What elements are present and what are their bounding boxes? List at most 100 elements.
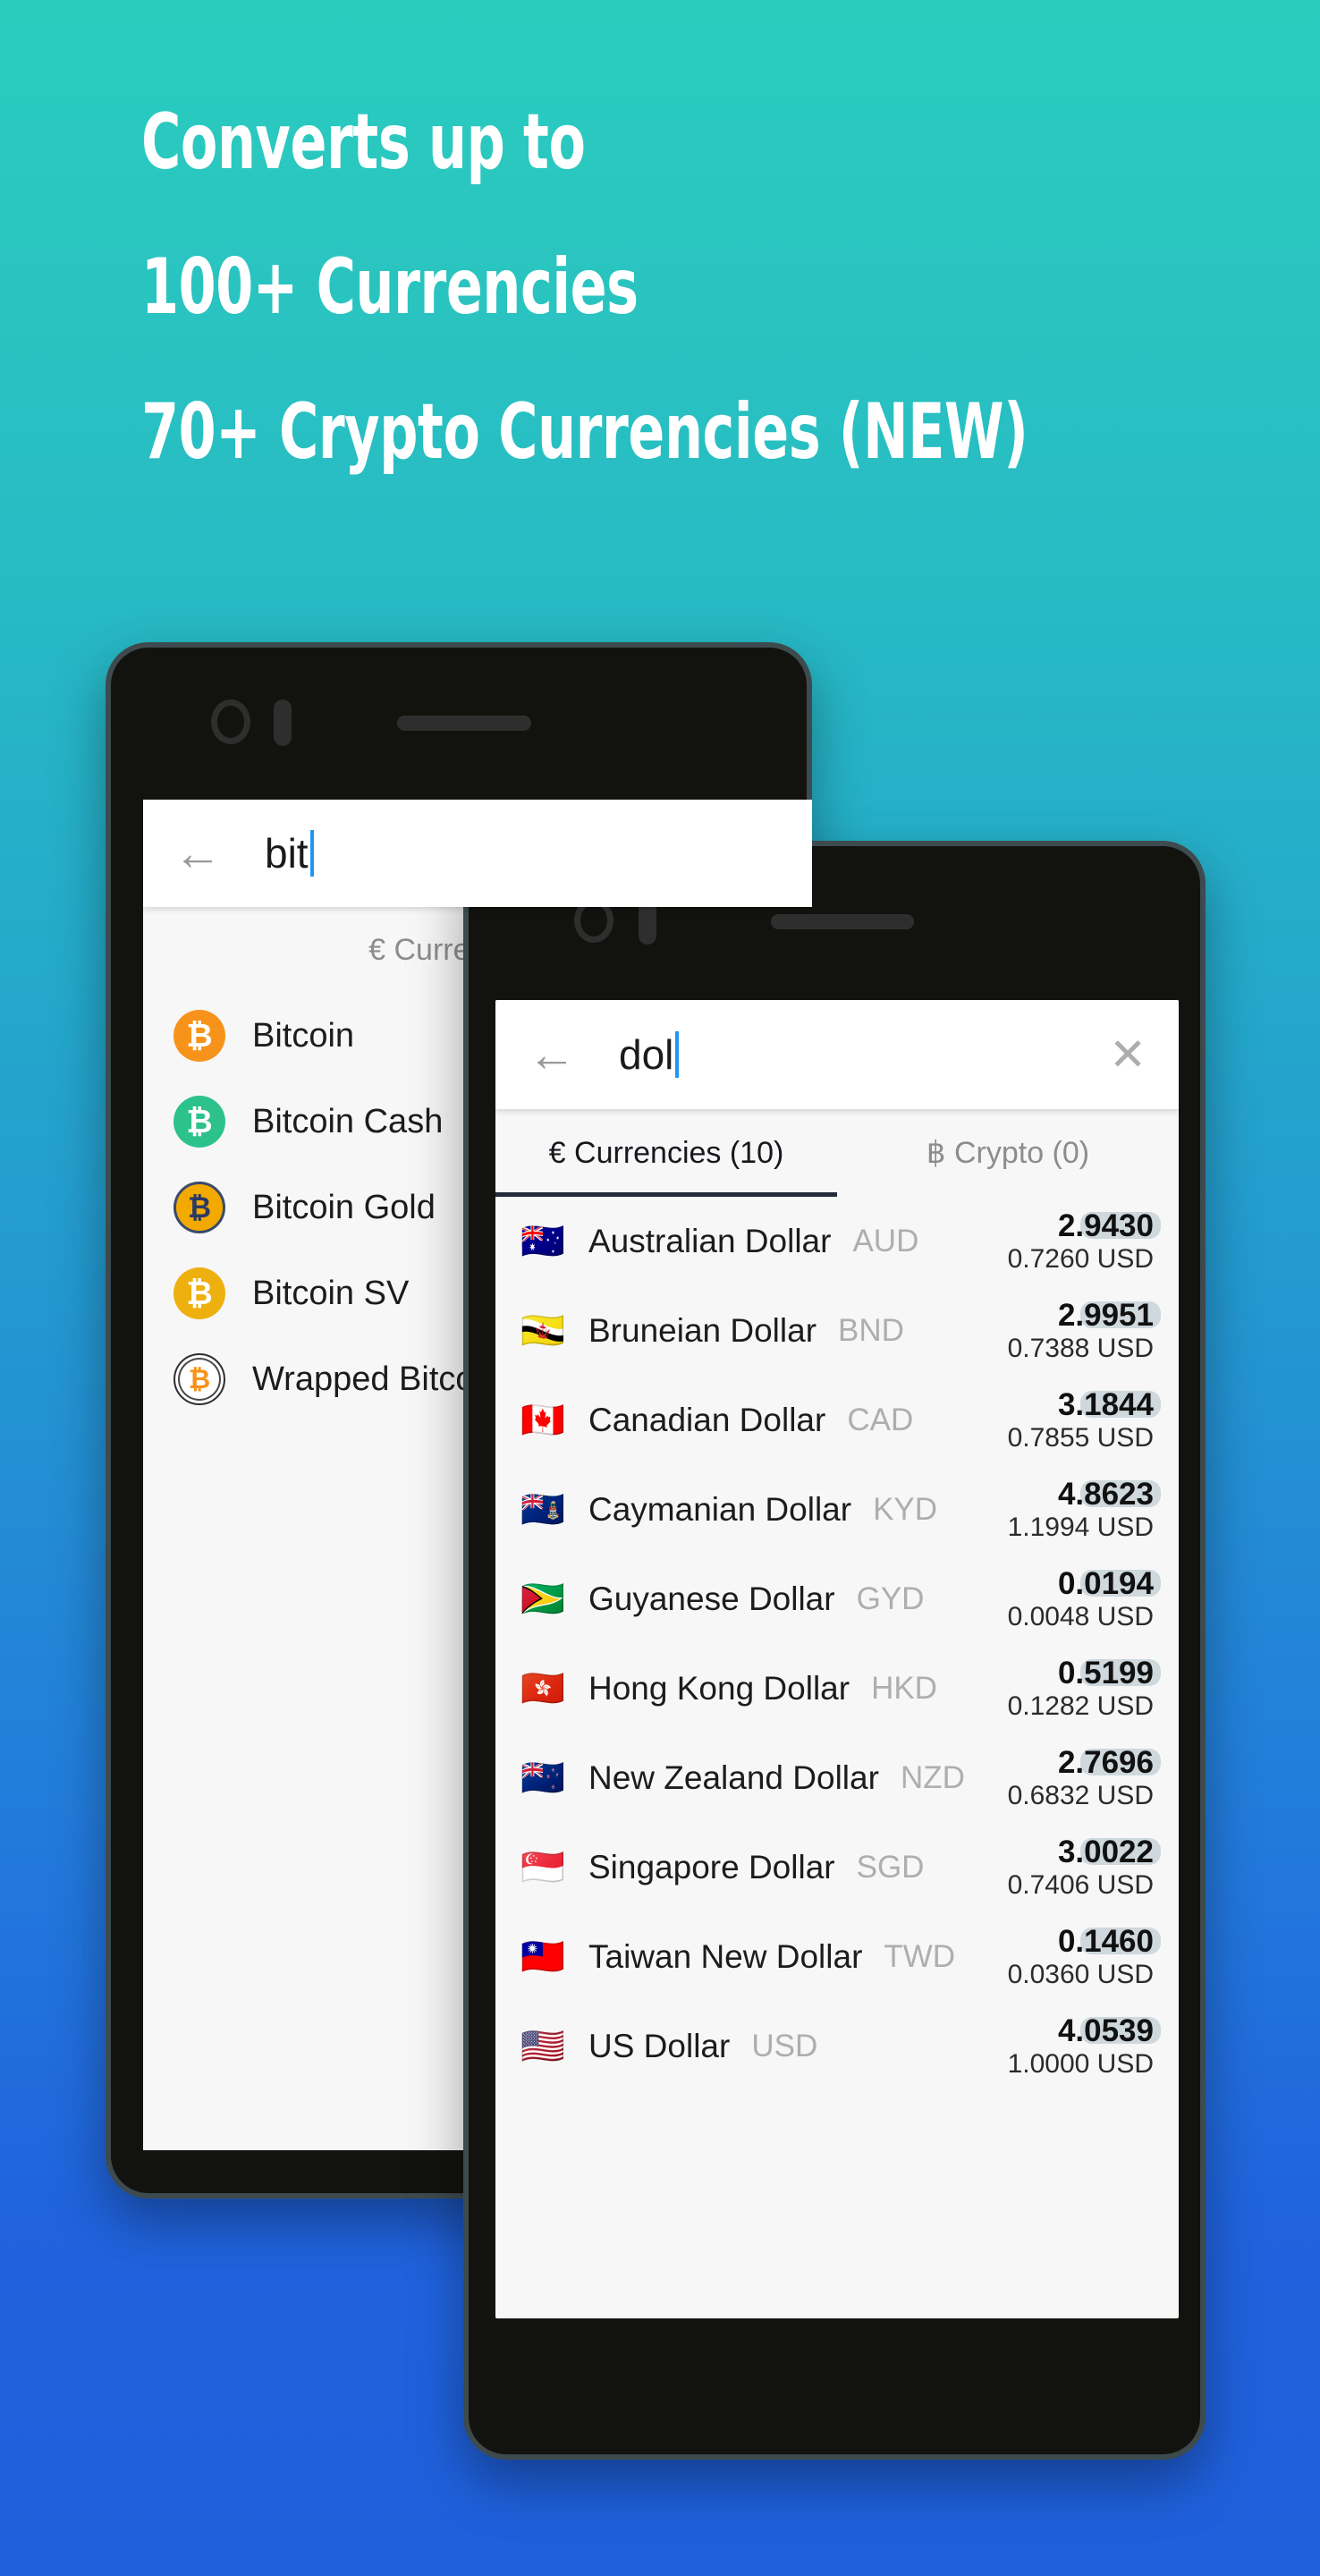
front-camera-icon bbox=[211, 699, 250, 744]
flag-icon: 🇹🇼 bbox=[520, 1937, 565, 1977]
search-input-back[interactable]: bit bbox=[265, 829, 782, 877]
table-row[interactable]: 🇸🇬 Singapore Dollar SGD 3.0022 0.7406 US… bbox=[495, 1823, 1179, 1912]
table-row[interactable]: 🇦🇺 Australian Dollar AUD 2.9430 0.7260 U… bbox=[495, 1197, 1179, 1286]
currency-rate-group: 3.1844 0.7855 USD bbox=[1007, 1387, 1161, 1453]
bitcoin-gold-icon: ₿ bbox=[173, 1182, 225, 1233]
flag-icon: 🇨🇦 bbox=[520, 1401, 565, 1440]
bitcoin-icon: ₿ bbox=[173, 1010, 225, 1062]
currency-code: HKD bbox=[871, 1671, 937, 1706]
search-bar-back[interactable]: ← bit bbox=[143, 800, 812, 907]
tab-currencies-front[interactable]: € Currencies (10) bbox=[495, 1109, 837, 1197]
wrapped-bitcoin-icon: ₿ bbox=[173, 1353, 225, 1405]
currency-rate: 2.9430 bbox=[1057, 1208, 1154, 1243]
text-cursor-front bbox=[675, 1031, 680, 1078]
crypto-name: Bitcoin Cash bbox=[252, 1102, 444, 1140]
tab-crypto-front[interactable]: ฿ Crypto (0) bbox=[837, 1109, 1179, 1197]
earpiece-speaker bbox=[771, 914, 914, 929]
currency-rate-group: 2.9430 0.7260 USD bbox=[1007, 1208, 1161, 1275]
currency-usd-rate: 0.1282 USD bbox=[1007, 1691, 1154, 1721]
flag-icon: 🇧🇳 bbox=[520, 1311, 565, 1351]
crypto-name: Bitcoin bbox=[252, 1016, 355, 1055]
text-cursor-back bbox=[309, 830, 314, 877]
currency-rate: 0.0194 bbox=[1057, 1566, 1154, 1601]
currency-name: Australian Dollar bbox=[588, 1223, 832, 1259]
table-row[interactable]: 🇬🇾 Guyanese Dollar GYD 0.0194 0.0048 USD bbox=[495, 1555, 1179, 1644]
currency-usd-rate: 1.0000 USD bbox=[1007, 2049, 1154, 2079]
back-arrow-icon[interactable]: ← bbox=[528, 1030, 576, 1079]
currency-usd-rate: 0.6832 USD bbox=[1007, 1781, 1154, 1810]
table-row[interactable]: 🇧🇳 Bruneian Dollar BND 2.9951 0.7388 USD bbox=[495, 1286, 1179, 1376]
currency-usd-rate: 0.0360 USD bbox=[1007, 1960, 1154, 1989]
currency-name: US Dollar bbox=[588, 2028, 731, 2064]
app-screen-front: ← dol ✕ € Currencies (10) ฿ Crypto (0) 🇦… bbox=[495, 1000, 1179, 2318]
search-input-front[interactable]: dol bbox=[619, 1030, 1109, 1079]
currency-rate: 3.0022 bbox=[1057, 1835, 1154, 1869]
table-row[interactable]: 🇹🇼 Taiwan New Dollar TWD 0.1460 0.0360 U… bbox=[495, 1912, 1179, 2002]
headline-line-2: 100+ Currencies bbox=[141, 242, 639, 332]
flag-icon: 🇬🇾 bbox=[520, 1580, 565, 1619]
currency-usd-rate: 0.7855 USD bbox=[1007, 1423, 1154, 1453]
currency-rate-group: 0.0194 0.0048 USD bbox=[1007, 1566, 1161, 1632]
currency-code: TWD bbox=[884, 1939, 956, 1974]
search-query-text-back: bit bbox=[265, 830, 309, 877]
currency-usd-rate: 0.7388 USD bbox=[1007, 1334, 1154, 1363]
currency-rate-group: 4.8623 1.1994 USD bbox=[1008, 1477, 1161, 1543]
currency-rate: 2.9951 bbox=[1057, 1298, 1154, 1333]
currency-code: CAD bbox=[847, 1402, 914, 1437]
currency-name: New Zealand Dollar bbox=[588, 1759, 879, 1796]
currency-usd-rate: 0.7260 USD bbox=[1007, 1244, 1154, 1274]
flag-icon: 🇦🇺 bbox=[520, 1222, 565, 1261]
currency-rate: 4.8623 bbox=[1057, 1477, 1154, 1512]
currency-code: AUD bbox=[852, 1224, 919, 1258]
currency-code: SGD bbox=[856, 1850, 925, 1885]
currency-rate: 4.0539 bbox=[1057, 2013, 1154, 2048]
currency-rate-group: 2.7696 0.6832 USD bbox=[1007, 1745, 1161, 1811]
currency-name: Canadian Dollar bbox=[588, 1402, 826, 1438]
flag-icon: 🇰🇾 bbox=[520, 1490, 565, 1530]
currency-code: USD bbox=[751, 2029, 818, 2063]
table-row[interactable]: 🇰🇾 Caymanian Dollar KYD 4.8623 1.1994 US… bbox=[495, 1465, 1179, 1555]
currency-rate: 3.1844 bbox=[1057, 1387, 1154, 1422]
currency-rate-group: 0.1460 0.0360 USD bbox=[1007, 1924, 1161, 1990]
table-row[interactable]: 🇨🇦 Canadian Dollar CAD 3.1844 0.7855 USD bbox=[495, 1376, 1179, 1465]
tab-currencies-label-front: € Currencies (10) bbox=[548, 1136, 784, 1170]
currency-name: Caymanian Dollar bbox=[588, 1491, 852, 1528]
currency-name: Bruneian Dollar bbox=[588, 1312, 817, 1349]
phone-device-front: ← dol ✕ € Currencies (10) ฿ Crypto (0) 🇦… bbox=[463, 841, 1206, 2460]
back-arrow-icon[interactable]: ← bbox=[173, 829, 222, 877]
bitcoin-cash-icon: ₿ bbox=[173, 1096, 225, 1148]
currency-rate: 0.1460 bbox=[1057, 1924, 1154, 1959]
crypto-name: Bitcoin Gold bbox=[252, 1188, 436, 1226]
search-bar-front[interactable]: ← dol ✕ bbox=[495, 1000, 1179, 1109]
currency-usd-rate: 0.0048 USD bbox=[1007, 1602, 1154, 1631]
flag-icon: 🇸🇬 bbox=[520, 1848, 565, 1887]
phone-top-bezel-back bbox=[111, 648, 807, 800]
currency-rate-group: 2.9951 0.7388 USD bbox=[1007, 1298, 1161, 1364]
currency-name: Taiwan New Dollar bbox=[588, 1938, 863, 1975]
tab-crypto-label-front: ฿ Crypto (0) bbox=[926, 1136, 1090, 1170]
currency-code: NZD bbox=[900, 1760, 965, 1795]
earpiece-speaker bbox=[397, 716, 531, 731]
promo-headline: Converts up to 100+ Currencies 70+ Crypt… bbox=[141, 70, 1028, 504]
table-row[interactable]: 🇳🇿 New Zealand Dollar NZD 2.7696 0.6832 … bbox=[495, 1733, 1179, 1823]
currency-name: Guyanese Dollar bbox=[588, 1580, 835, 1617]
flag-icon: 🇺🇸 bbox=[520, 2027, 565, 2066]
table-row[interactable]: 🇭🇰 Hong Kong Dollar HKD 0.5199 0.1282 US… bbox=[495, 1644, 1179, 1733]
search-query-text-front: dol bbox=[619, 1031, 674, 1078]
table-row[interactable]: 🇺🇸 US Dollar USD 4.0539 1.0000 USD bbox=[495, 2002, 1179, 2091]
currency-name: Singapore Dollar bbox=[588, 1849, 835, 1885]
proximity-sensor-icon bbox=[274, 699, 292, 746]
currency-usd-rate: 0.7406 USD bbox=[1007, 1870, 1154, 1900]
tab-bar-front[interactable]: € Currencies (10) ฿ Crypto (0) bbox=[495, 1109, 1179, 1197]
currency-results-list: 🇦🇺 Australian Dollar AUD 2.9430 0.7260 U… bbox=[495, 1197, 1179, 2091]
headline-line-1: Converts up to bbox=[141, 97, 586, 187]
headline-line-3: 70+ Crypto Currencies (NEW) bbox=[141, 387, 1028, 477]
currency-rate-group: 4.0539 1.0000 USD bbox=[1007, 2013, 1161, 2080]
currency-rate: 2.7696 bbox=[1057, 1745, 1154, 1780]
currency-code: GYD bbox=[856, 1581, 925, 1616]
currency-code: KYD bbox=[873, 1492, 938, 1527]
flag-icon: 🇳🇿 bbox=[520, 1758, 565, 1798]
currency-code: BND bbox=[838, 1313, 904, 1348]
close-icon[interactable]: ✕ bbox=[1109, 1032, 1147, 1077]
flag-icon: 🇭🇰 bbox=[520, 1669, 565, 1708]
